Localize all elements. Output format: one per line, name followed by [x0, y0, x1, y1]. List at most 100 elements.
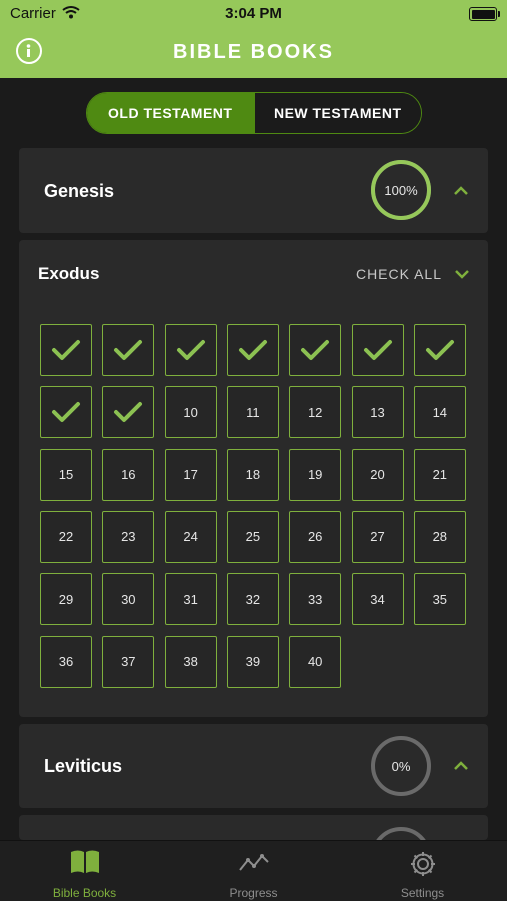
tab-label: Bible Books [52, 886, 117, 900]
book-card-exodus: Exodus CHECK ALL 10 11 12 13 14 15 16 17 18 19 20 2… [19, 240, 488, 717]
chapter-number: 25 [245, 529, 261, 545]
check-icon [114, 402, 143, 423]
chapter-number: 40 [307, 654, 323, 669]
chapter-number: 24 [183, 529, 198, 545]
chapter-number: 18 [245, 467, 261, 483]
chevron-down-icon[interactable] [454, 269, 470, 279]
chapter-number: 11 [246, 404, 260, 420]
chapter-cell-checked[interactable] [164, 324, 217, 376]
chevron-up-icon[interactable] [453, 761, 469, 771]
chapter-cell[interactable]: 27 [351, 510, 404, 563]
tab-progress[interactable]: Progress [169, 841, 338, 901]
chapter-cell[interactable]: 19 [289, 448, 342, 501]
chapter-number: 17 [183, 467, 198, 483]
progress-ring: 100% [370, 159, 432, 221]
chapter-number: 27 [370, 529, 385, 545]
chapter-cell[interactable]: 34 [351, 573, 404, 626]
check-all-button[interactable]: CHECK ALL [356, 266, 442, 282]
chapter-number: 22 [58, 529, 74, 545]
chapter-number: 19 [307, 467, 323, 483]
chapter-cell[interactable]: 36 [40, 635, 92, 688]
chapter-number: 35 [432, 591, 448, 607]
book-card-leviticus[interactable]: Leviticus 0% [19, 724, 488, 808]
chapter-cell[interactable]: 22 [40, 510, 92, 563]
chapter-number: 15 [58, 467, 74, 483]
chapter-cell[interactable]: 29 [40, 573, 92, 626]
chapter-number: 37 [121, 654, 136, 669]
nav-bar: BIBLE BOOKS [0, 28, 507, 78]
chapter-cell-checked[interactable] [40, 386, 92, 439]
battery-icon [469, 7, 500, 21]
chapter-cell-checked[interactable] [102, 386, 155, 439]
chapter-cell[interactable]: 15 [40, 448, 92, 501]
check-icon [114, 340, 143, 360]
chapter-number: 30 [121, 591, 136, 607]
progress-ring: 0% [370, 735, 432, 797]
chapter-cell[interactable]: 38 [164, 635, 217, 688]
chapter-cell[interactable]: 31 [164, 573, 217, 626]
chapter-number: 39 [245, 654, 261, 669]
tab-settings[interactable]: Settings [338, 841, 507, 901]
chapter-cell[interactable]: 40 [289, 635, 342, 688]
chapter-cell[interactable]: 13 [351, 386, 404, 439]
chapter-number: 21 [432, 467, 448, 483]
chapter-cell[interactable]: 35 [413, 573, 466, 626]
testament-segmented-control: OLD TESTAMENT NEW TESTAMENT [86, 92, 422, 134]
check-icon [238, 340, 267, 360]
chapter-cell-checked[interactable] [102, 324, 155, 376]
chapter-cell[interactable]: 37 [102, 635, 155, 688]
chapter-cell[interactable]: 39 [226, 635, 279, 688]
book-name: Genesis [44, 181, 115, 201]
chart-line-icon [238, 854, 269, 871]
chapter-number: 14 [432, 404, 448, 420]
chapter-cell[interactable]: 30 [102, 573, 155, 626]
chapter-cell[interactable]: 16 [102, 448, 155, 501]
chapter-number: 36 [58, 654, 74, 669]
book-icon [70, 850, 99, 873]
check-icon [52, 340, 80, 360]
tab-label: Settings [400, 886, 445, 900]
book-name: Leviticus [44, 756, 123, 776]
status-bar: Carrier 3:04 PM [0, 0, 507, 28]
progress-ring [370, 826, 432, 840]
chapter-cell[interactable]: 17 [164, 448, 217, 501]
chapter-cell[interactable]: 33 [289, 573, 342, 626]
chapter-cell[interactable]: 12 [289, 386, 342, 439]
chapter-cell-checked[interactable] [351, 324, 404, 376]
status-time: 3:04 PM [225, 5, 282, 22]
tab-bar: Bible Books Progress Settings [0, 840, 507, 901]
chapter-cell[interactable]: 28 [413, 510, 466, 563]
chapter-cell[interactable]: 10 [164, 386, 217, 439]
chapter-number: 12 [307, 404, 323, 420]
chapter-cell-checked[interactable] [413, 324, 466, 376]
chapter-cell[interactable]: 32 [226, 573, 279, 626]
check-icon [363, 340, 392, 360]
chapter-cell[interactable]: 11 [226, 386, 279, 439]
chapter-cell-checked[interactable] [226, 324, 279, 376]
chapter-number: 16 [121, 467, 136, 483]
chapter-number: 29 [58, 591, 74, 607]
old-testament-tab[interactable]: OLD TESTAMENT [87, 93, 254, 133]
tab-bible-books[interactable]: Bible Books [0, 841, 169, 901]
chapter-cell[interactable]: 21 [413, 448, 466, 501]
progress-percent: 100% [384, 182, 418, 198]
chapter-cell[interactable]: 14 [413, 386, 466, 439]
chapter-cell[interactable]: 25 [226, 510, 279, 563]
chapter-cell[interactable]: 26 [289, 510, 342, 563]
chevron-up-icon[interactable] [453, 186, 469, 196]
check-icon [301, 340, 330, 360]
chapter-cell[interactable]: 23 [102, 510, 155, 563]
chapter-cell[interactable]: 24 [164, 510, 217, 563]
chapter-cell-checked[interactable] [40, 324, 92, 376]
check-icon [176, 340, 205, 360]
chapter-number: 28 [432, 529, 448, 545]
chapter-number: 31 [183, 591, 198, 607]
chapter-number: 38 [183, 654, 198, 669]
book-card-next[interactable] [19, 815, 488, 840]
new-testament-tab[interactable]: NEW TESTAMENT [253, 93, 421, 133]
book-card-genesis[interactable]: Genesis 100% [19, 148, 488, 233]
chapter-cell[interactable]: 18 [226, 448, 279, 501]
chapter-cell-checked[interactable] [289, 324, 342, 376]
chapter-number: 26 [307, 529, 323, 545]
chapter-cell[interactable]: 20 [351, 448, 404, 501]
